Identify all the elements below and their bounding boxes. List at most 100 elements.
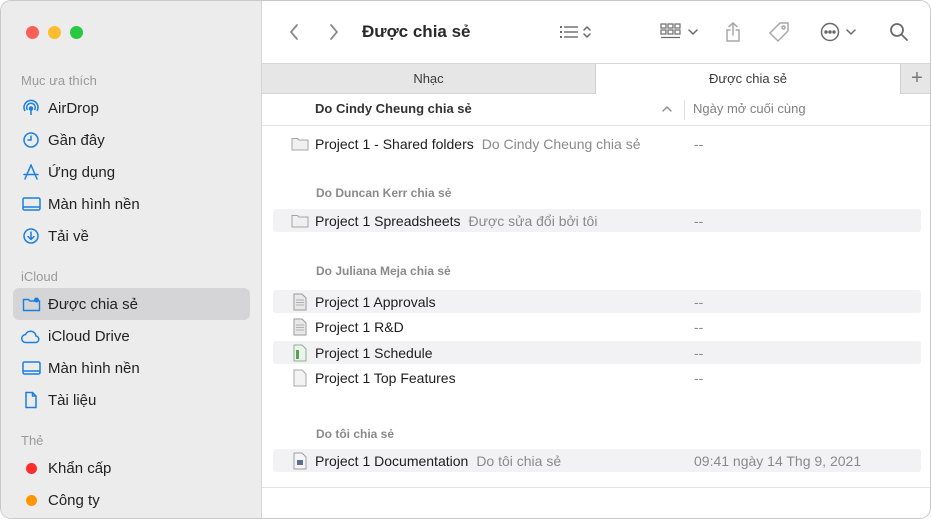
sidebar-item-label: Khẩn cấp bbox=[48, 459, 112, 477]
list-item[interactable]: Project 1 Schedule -- bbox=[273, 341, 921, 364]
folder-icon bbox=[291, 135, 309, 153]
ellipsis-circle-icon bbox=[820, 22, 840, 42]
sidebar-heading: Thẻ bbox=[21, 433, 44, 448]
view-list-button[interactable] bbox=[554, 20, 598, 44]
file-date: -- bbox=[694, 293, 704, 310]
file-list: Project 1 - Shared folders Do Cindy Cheu… bbox=[262, 126, 930, 518]
sidebar-item-label: Gần đây bbox=[48, 131, 105, 149]
sidebar-item-recents[interactable]: Gần đây bbox=[13, 124, 250, 156]
sidebar-item-tag-work[interactable]: Công ty bbox=[13, 484, 250, 516]
cloud-icon bbox=[20, 325, 42, 347]
sidebar-section-tags: Thẻ Khẩn cấp Công ty bbox=[1, 430, 262, 516]
close-button[interactable] bbox=[26, 26, 39, 39]
sidebar-heading: Mục ưa thích bbox=[21, 73, 97, 88]
desktop-icon bbox=[20, 193, 42, 215]
sidebar: Mục ưa thích AirDrop Gần đây Ứng dụng Mà… bbox=[1, 1, 262, 518]
sidebar-item-documents[interactable]: Tài liệu bbox=[13, 384, 250, 416]
sidebar-section-icloud: iCloud Được chia sẻ iCloud Drive Màn hìn… bbox=[1, 266, 262, 416]
list-item[interactable]: Project 1 Approvals -- bbox=[273, 290, 921, 313]
search-button[interactable] bbox=[888, 20, 910, 44]
grid-icon bbox=[660, 23, 681, 39]
tab-bar: Nhạc Được chia sẻ + bbox=[262, 63, 930, 95]
zoom-button[interactable] bbox=[70, 26, 83, 39]
file-name: Project 1 R&D bbox=[315, 318, 404, 335]
group-button[interactable] bbox=[657, 20, 701, 44]
shared-folder-icon bbox=[20, 293, 42, 315]
tab-shared[interactable]: Được chia sẻ bbox=[595, 64, 901, 95]
column-header-name[interactable]: Do Cindy Cheung chia sẻ bbox=[315, 94, 472, 124]
sidebar-item-airdrop[interactable]: AirDrop bbox=[13, 92, 250, 124]
sidebar-item-desktop[interactable]: Màn hình nền bbox=[13, 188, 250, 220]
applications-icon bbox=[20, 161, 42, 183]
file-date: -- bbox=[694, 369, 704, 386]
sidebar-item-label: Ứng dụng bbox=[48, 163, 116, 181]
sort-ascending-icon bbox=[662, 106, 672, 112]
sidebar-item-label: Công ty bbox=[48, 491, 100, 509]
file-subtitle: Do tôi chia sẻ bbox=[476, 452, 562, 469]
sidebar-item-tag-urgent[interactable]: Khẩn cấp bbox=[13, 452, 250, 484]
share-icon bbox=[726, 22, 740, 42]
chevron-left-icon bbox=[289, 24, 298, 40]
list-item[interactable]: Project 1 Documentation Do tôi chia sẻ 0… bbox=[273, 449, 921, 472]
sidebar-item-downloads[interactable]: Tải về bbox=[13, 220, 250, 252]
file-date: -- bbox=[694, 344, 704, 361]
file-icon bbox=[291, 369, 309, 387]
download-icon bbox=[20, 225, 42, 247]
file-icon bbox=[291, 293, 309, 311]
sidebar-item-label: AirDrop bbox=[48, 99, 99, 117]
list-view-icon bbox=[560, 26, 578, 38]
spreadsheet-file-icon bbox=[291, 344, 309, 362]
sidebar-item-label: iCloud Drive bbox=[48, 327, 130, 345]
window-controls bbox=[26, 26, 83, 39]
sidebar-section-favorites: Mục ưa thích AirDrop Gần đây Ứng dụng Mà… bbox=[1, 70, 262, 252]
finder-window: Mục ưa thích AirDrop Gần đây Ứng dụng Mà… bbox=[0, 0, 931, 519]
divider bbox=[262, 487, 930, 488]
file-name: Project 1 Spreadsheets bbox=[315, 212, 461, 229]
clock-icon bbox=[20, 129, 42, 151]
sidebar-item-applications[interactable]: Ứng dụng bbox=[13, 156, 250, 188]
document-icon bbox=[20, 389, 42, 411]
chevron-right-icon bbox=[330, 24, 339, 40]
column-headers: Do Cindy Cheung chia sẻ Ngày mở cuối cùn… bbox=[262, 94, 930, 126]
file-date: -- bbox=[694, 135, 704, 152]
file-name: Project 1 Schedule bbox=[315, 344, 433, 361]
list-item[interactable]: Project 1 Spreadsheets Được sửa đổi bởi … bbox=[273, 209, 921, 232]
list-item[interactable]: Project 1 - Shared folders Do Cindy Cheu… bbox=[273, 132, 921, 155]
file-name: Project 1 Approvals bbox=[315, 293, 436, 310]
tag-dot-icon bbox=[20, 489, 42, 511]
column-divider[interactable] bbox=[684, 100, 685, 120]
back-button[interactable] bbox=[284, 20, 304, 44]
minimize-button[interactable] bbox=[48, 26, 61, 39]
file-date: -- bbox=[694, 212, 704, 229]
sidebar-item-label: Tải về bbox=[48, 227, 89, 245]
share-button[interactable] bbox=[722, 20, 744, 44]
file-icon bbox=[291, 318, 309, 336]
tag-dot-icon bbox=[20, 457, 42, 479]
chevron-down-icon bbox=[846, 29, 856, 36]
sidebar-item-shared[interactable]: Được chia sẻ bbox=[13, 288, 250, 320]
forward-button[interactable] bbox=[324, 20, 344, 44]
window-title: Được chia sẻ bbox=[362, 22, 471, 41]
chevron-down-icon bbox=[688, 29, 698, 36]
updown-chevron-icon bbox=[583, 25, 591, 39]
sidebar-item-icloud-drive[interactable]: iCloud Drive bbox=[13, 320, 250, 352]
list-item[interactable]: Project 1 Top Features -- bbox=[273, 366, 921, 389]
action-button[interactable] bbox=[816, 20, 860, 44]
folder-icon bbox=[291, 212, 309, 230]
toolbar: Được chia sẻ bbox=[262, 1, 930, 63]
sidebar-item-label: Màn hình nền bbox=[48, 195, 140, 213]
sidebar-item-icloud-desktop[interactable]: Màn hình nền bbox=[13, 352, 250, 384]
sidebar-heading: iCloud bbox=[21, 269, 58, 284]
tab-music[interactable]: Nhạc bbox=[262, 64, 595, 94]
file-subtitle: Do Cindy Cheung chia sẻ bbox=[481, 135, 641, 152]
new-tab-button[interactable]: + bbox=[902, 64, 930, 94]
file-date: -- bbox=[694, 318, 704, 335]
list-item[interactable]: Project 1 R&D -- bbox=[273, 315, 921, 338]
group-heading: Do Juliana Meja chia sẻ bbox=[316, 264, 451, 278]
file-name: Project 1 Top Features bbox=[315, 369, 456, 386]
plus-icon: + bbox=[911, 67, 923, 89]
column-header-date[interactable]: Ngày mở cuối cùng bbox=[693, 94, 806, 124]
pages-file-icon bbox=[291, 452, 309, 470]
tags-button[interactable] bbox=[767, 20, 791, 44]
file-name: Project 1 Documentation bbox=[315, 452, 469, 469]
